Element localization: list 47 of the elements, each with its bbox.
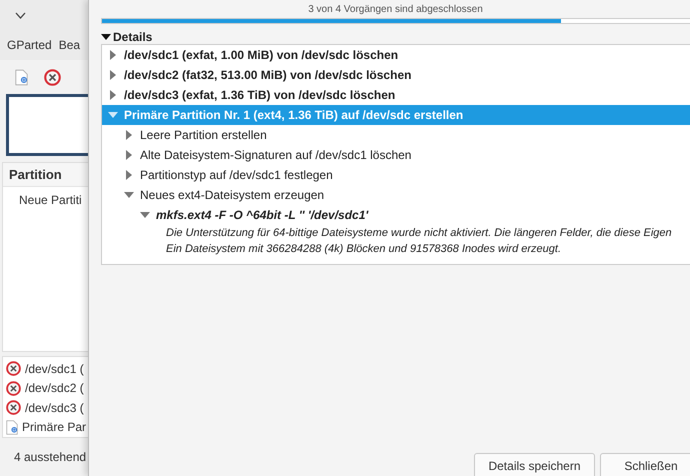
menu-item[interactable]: GParted	[7, 36, 52, 54]
operation-item[interactable]: /dev/sdc3 (	[25, 398, 84, 417]
collapse-arrow-icon[interactable]	[101, 33, 111, 41]
save-details-button[interactable]: Details speichern	[474, 453, 595, 476]
tree-row[interactable]: Leere Partition erstellen	[102, 125, 690, 145]
tree-row-label: Primäre Partition Nr. 1 (ext4, 1.36 TiB) auf /dev/sdc erstellen	[124, 107, 464, 124]
expand-arrow-icon[interactable]	[108, 90, 118, 100]
delete-icon	[6, 380, 21, 396]
delete-icon	[44, 68, 61, 86]
expand-arrow-icon[interactable]	[124, 170, 134, 180]
tree-row-label: Neues ext4-Dateisystem erzeugen	[140, 187, 324, 204]
expand-arrow-icon[interactable]	[124, 130, 134, 140]
table-cell-text: Neue Partiti	[18, 192, 83, 209]
expand-arrow-icon[interactable]	[124, 150, 134, 160]
log-message: Ein Dateisystem mit 366284288 (4k) Blöcken und 91578368 Inodes wird erzeugt.	[166, 242, 562, 257]
tree-row[interactable]: Neues ext4-Dateisystem erzeugen	[102, 185, 690, 205]
tree-row[interactable]: Partitionstyp auf /dev/sdc1 festlegen	[102, 165, 690, 185]
tree-row[interactable]: /dev/sdc3 (exfat, 1.36 TiB) von /dev/sdc löschen	[102, 85, 690, 105]
delete-icon	[6, 361, 21, 376]
log-message: Die Unterstützung für 64-bittige Dateisysteme wurde nicht aktiviert. Die längeren Felder, die diese Eigen	[166, 226, 672, 241]
expand-arrow-icon[interactable]	[108, 70, 118, 80]
operation-item[interactable]: /dev/sdc2 (	[25, 379, 84, 398]
tree-row-label: Partitionstyp auf /dev/sdc1 festlegen	[140, 167, 333, 184]
expand-arrow-icon[interactable]	[108, 50, 118, 60]
operation-item[interactable]: /dev/sdc1 (	[25, 360, 84, 378]
tree-row-label: /dev/sdc2 (fat32, 513.00 MiB) von /dev/sdc löschen	[124, 67, 412, 84]
tree-row[interactable]: Alte Dateisystem-Signaturen auf /dev/sdc1 löschen	[102, 145, 690, 165]
tree-row[interactable]: Ein Dateisystem mit 366284288 (4k) Blöcken und 91578368 Inodes wird erzeugt.	[102, 241, 690, 257]
tree-row[interactable]: /dev/sdc2 (fat32, 513.00 MiB) von /dev/sdc löschen	[102, 65, 690, 85]
tree-row-label: mkfs.ext4 -F -O ^64bit -L '' '/dev/sdc1'	[156, 207, 368, 224]
tree-row[interactable]: mkfs.ext4 -F -O ^64bit -L '' '/dev/sdc1'	[102, 205, 690, 225]
chevron-down-icon[interactable]	[15, 12, 26, 18]
new-document-icon	[15, 68, 28, 86]
delete-icon	[6, 400, 21, 416]
tree-row-label: /dev/sdc1 (exfat, 1.00 MiB) von /dev/sdc löschen	[124, 47, 398, 64]
operation-item[interactable]: Primäre Par	[22, 418, 86, 436]
menu-item[interactable]: Bea	[58, 36, 80, 54]
close-button[interactable]: Schließen	[600, 453, 690, 476]
tree-row-label: /dev/sdc3 (exfat, 1.36 TiB) von /dev/sdc löschen	[124, 87, 396, 104]
tree-row[interactable]: /dev/sdc1 (exfat, 1.00 MiB) von /dev/sdc löschen	[102, 45, 690, 65]
new-document-icon	[6, 420, 18, 435]
progress-text: 3 von 4 Vorgängen sind abgeschlossen	[308, 3, 483, 17]
status-text: 4 ausstehend	[14, 449, 86, 466]
tree-row-label: Leere Partition erstellen	[140, 127, 267, 144]
details-label[interactable]: Details	[113, 28, 152, 46]
tree-row-label: Alte Dateisystem-Signaturen auf /dev/sdc1 löschen	[140, 147, 412, 164]
tree-row[interactable]: Die Unterstützung für 64-bittige Dateisysteme wurde nicht aktiviert. Die längeren Felder, die diese Eigen	[102, 225, 690, 241]
